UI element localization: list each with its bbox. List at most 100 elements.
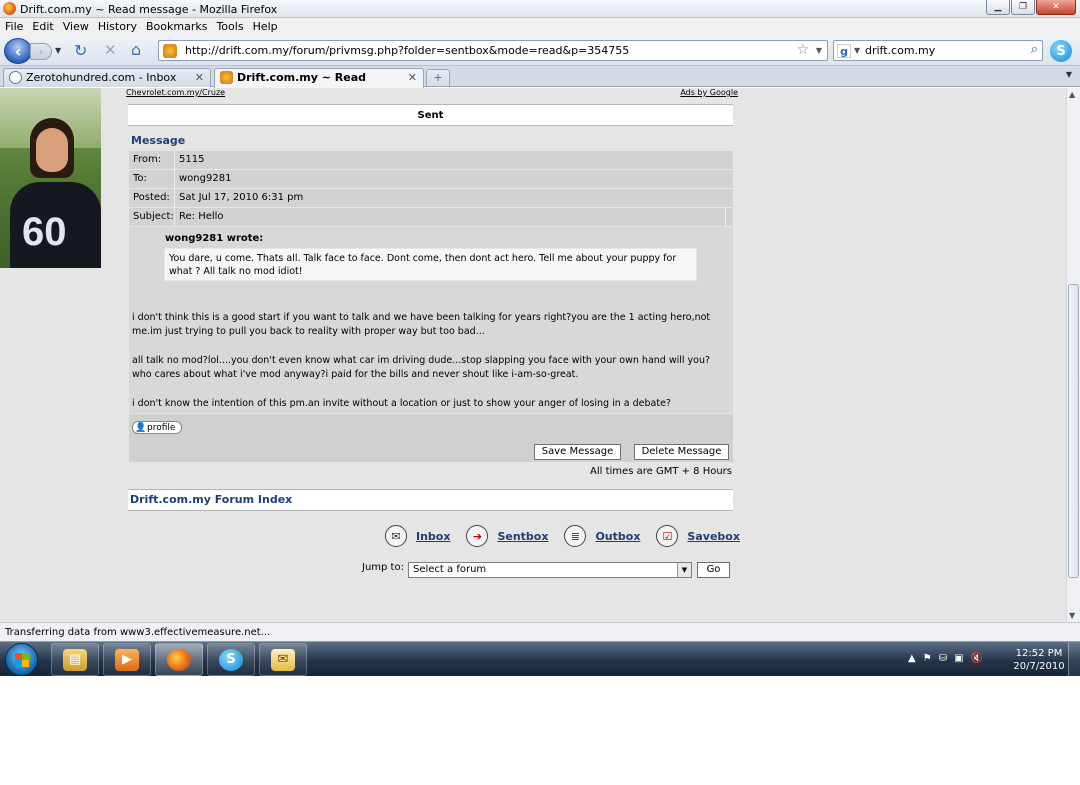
quote-box: You dare, u come. Thats all. Talk face t… <box>164 248 697 281</box>
posted-value: Sat Jul 17, 2010 6:31 pm <box>179 192 304 203</box>
profile-button[interactable]: 👤 profile <box>132 421 182 434</box>
outbox-link[interactable]: Outbox <box>595 530 640 543</box>
firefox-logo-icon <box>3 2 16 15</box>
menu-bookmarks[interactable]: Bookmarks <box>146 18 207 36</box>
tab-close-icon[interactable]: ✕ <box>195 69 204 86</box>
scroll-down-icon[interactable]: ▼ <box>1069 611 1075 620</box>
go-button[interactable]: Go <box>697 562 730 578</box>
subject-label: Subject: <box>129 208 175 226</box>
tab-label: Zerotohundred.com - Inbox <box>26 71 177 84</box>
menu-tools[interactable]: Tools <box>216 18 243 36</box>
minimize-button[interactable]: ▁ <box>986 0 1010 15</box>
jump-to-forum-select[interactable]: Select a forum ▼ <box>408 562 692 578</box>
drift-favicon-icon <box>220 71 233 84</box>
savebox-link[interactable]: Savebox <box>687 530 740 543</box>
menu-history[interactable]: History <box>98 18 137 36</box>
network-icon[interactable]: ▣ <box>954 653 963 664</box>
savebox-check-icon[interactable]: ☑ <box>656 525 679 547</box>
url-dropdown-icon[interactable]: ▼ <box>816 46 822 55</box>
show-desktop-button[interactable] <box>1068 642 1080 677</box>
back-button[interactable]: ‹ <box>4 38 32 64</box>
list-all-tabs-icon[interactable]: ▼ <box>1066 70 1072 79</box>
forum-index-link[interactable]: Drift.com.my Forum Index <box>128 489 733 511</box>
messenger-icon: ✉ <box>271 648 295 671</box>
scrollbar-thumb[interactable] <box>1068 284 1079 578</box>
page-scrollbar[interactable]: ▲ ▼ <box>1066 88 1080 622</box>
menu-help[interactable]: Help <box>253 18 278 36</box>
outbox-nav-item[interactable]: ≣ Outbox <box>564 525 640 547</box>
status-bar: Transferring data from www3.effectivemea… <box>0 622 1080 641</box>
menu-file[interactable]: File <box>5 18 23 36</box>
to-label: To: <box>129 170 175 188</box>
url-bar[interactable]: http://drift.com.my/forum/privmsg.php?fo… <box>158 40 828 61</box>
show-hidden-icons-icon[interactable]: ▲ <box>908 653 916 664</box>
scroll-up-icon[interactable]: ▲ <box>1069 90 1075 99</box>
message-body: wong9281 wrote: You dare, u come. Thats … <box>129 227 733 413</box>
home-icon[interactable]: ⌂ <box>131 40 141 59</box>
google-icon[interactable]: g <box>837 44 851 58</box>
taskbar-skype[interactable]: S <box>207 643 255 676</box>
restore-button[interactable]: ❐ <box>1011 0 1035 15</box>
new-tab-button[interactable]: + <box>426 69 450 86</box>
subject-row-cell <box>725 208 733 226</box>
to-value: wong9281 <box>179 173 232 184</box>
action-center-flag-icon[interactable]: ⚑ <box>923 653 932 664</box>
ad-link[interactable]: Chevrolet.com.my/Cruze <box>126 88 225 97</box>
outbox-icon[interactable]: ≣ <box>564 525 587 547</box>
save-message-button[interactable]: Save Message <box>534 444 621 460</box>
skype-icon: S <box>219 648 243 671</box>
menu-edit[interactable]: Edit <box>32 18 53 36</box>
taskbar-firefox[interactable] <box>155 643 203 676</box>
sentbox-nav-item[interactable]: ➔ Sentbox <box>466 525 548 547</box>
tab-close-icon[interactable]: ✕ <box>408 69 417 86</box>
windows-logo-icon <box>14 652 29 667</box>
folder-header: Sent <box>128 104 733 126</box>
tab-zerotohundred[interactable]: Zerotohundred.com - Inbox ✕ <box>3 68 211 87</box>
chevron-down-icon[interactable]: ▼ <box>677 563 691 577</box>
delete-message-button[interactable]: Delete Message <box>634 444 729 460</box>
sentbox-link[interactable]: Sentbox <box>497 530 548 543</box>
url-text[interactable]: http://drift.com.my/forum/privmsg.php?fo… <box>185 44 629 57</box>
start-button[interactable] <box>5 643 38 676</box>
reload-icon[interactable]: ↻ <box>74 41 87 60</box>
taskbar-messenger[interactable]: ✉ <box>259 643 307 676</box>
from-value: 5115 <box>179 154 205 165</box>
to-row: To: wong9281 <box>129 170 733 188</box>
taskbar-media-player[interactable]: ▶ <box>103 643 151 676</box>
taskbar-clock[interactable]: 12:52 PM 20/7/2010 <box>1012 647 1066 673</box>
search-icon[interactable]: ⌕ <box>1031 42 1038 57</box>
media-player-icon: ▶ <box>115 648 139 671</box>
inbox-icon[interactable]: ✉ <box>385 525 407 547</box>
history-dropdown-icon[interactable]: ▼ <box>55 46 61 55</box>
savebox-nav-item[interactable]: ☑ Savebox <box>656 525 740 547</box>
message-paragraph: all talk no mod?lol....you don't even kn… <box>132 355 711 380</box>
skype-toolbar-icon[interactable]: S <box>1050 40 1072 62</box>
close-button[interactable]: ✕ <box>1036 0 1076 15</box>
stop-icon[interactable]: ✕ <box>104 41 117 59</box>
inbox-link[interactable]: Inbox <box>416 530 450 543</box>
tab-drift-read-message[interactable]: Drift.com.my ~ Read message ✕ <box>214 68 424 101</box>
inbox-nav-item[interactable]: ✉ Inbox <box>385 525 450 547</box>
safely-remove-icon[interactable]: ⛁ <box>939 653 947 664</box>
photo-shirt-graphic: 60 <box>22 210 67 254</box>
sentbox-arrow-icon[interactable]: ➔ <box>466 525 489 547</box>
forward-button[interactable]: › <box>30 43 52 60</box>
search-input[interactable]: drift.com.my <box>865 44 935 57</box>
message-actions: Save Message Delete Message <box>129 438 733 462</box>
taskbar-explorer[interactable]: ▤ <box>51 643 99 676</box>
volume-icon[interactable]: 🔇 <box>971 653 983 664</box>
search-bar[interactable]: g ▼ drift.com.my ⌕ <box>833 40 1043 61</box>
clock-date: 20/7/2010 <box>1013 661 1065 672</box>
banner-photo: 60 <box>0 88 101 268</box>
ads-by-google-link[interactable]: Ads by Google <box>680 88 738 97</box>
quote-author: wong9281 wrote: <box>165 233 264 244</box>
search-engine-dropdown-icon[interactable]: ▼ <box>854 46 860 55</box>
jump-select-value: Select a forum <box>413 564 487 575</box>
bookmark-star-icon[interactable]: ☆ <box>796 42 809 58</box>
page-viewport: 60 Chevrolet.com.my/Cruze Ads by Google … <box>0 88 1066 622</box>
pm-folder-nav: ✉ Inbox ➔ Sentbox ≣ Outbox ☑ Savebox <box>385 524 756 548</box>
site-favicon-icon <box>163 44 177 58</box>
menu-view[interactable]: View <box>63 18 89 36</box>
posted-label: Posted: <box>129 189 175 207</box>
photo-face <box>36 128 68 172</box>
